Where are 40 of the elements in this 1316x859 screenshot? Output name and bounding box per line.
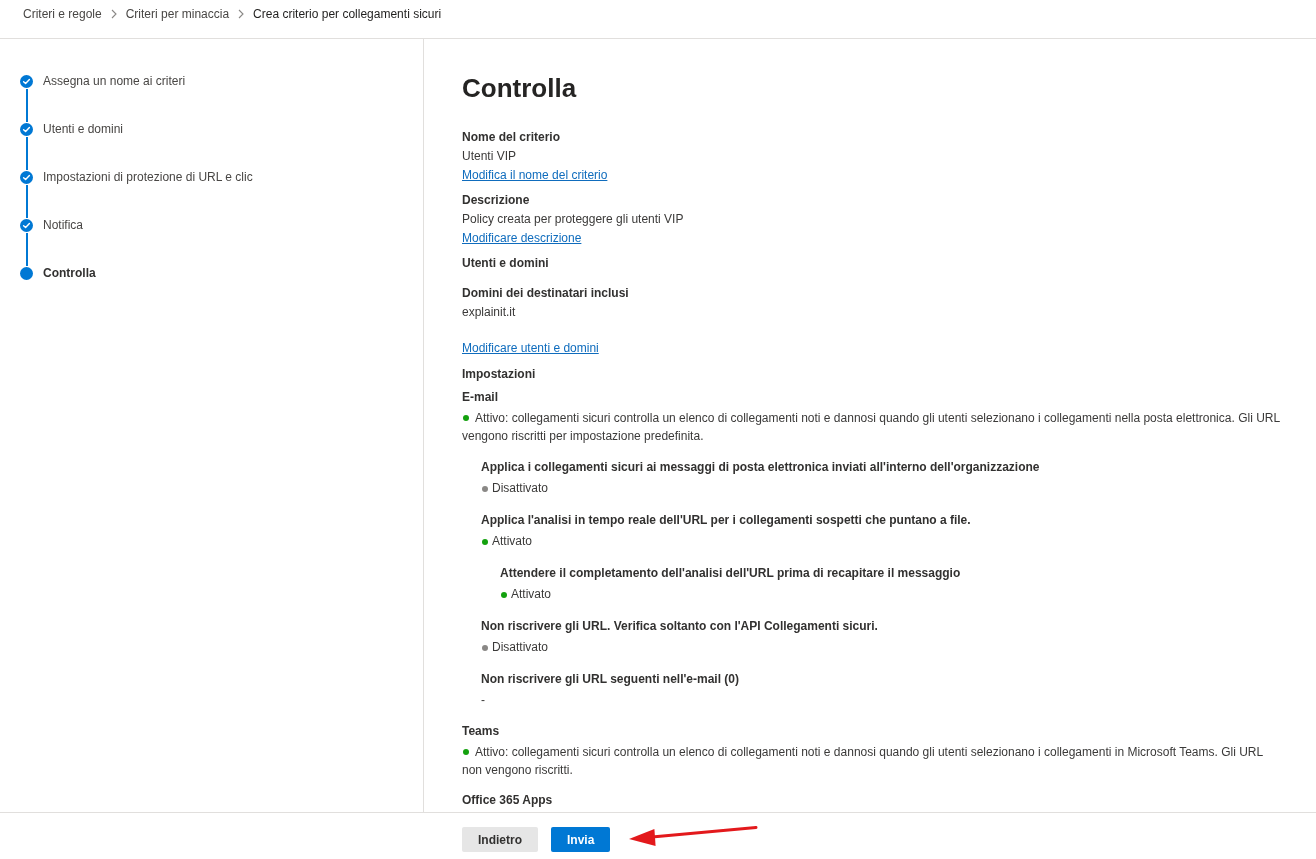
option-title: Applica l'analisi in tempo reale dell'URL per i collegamenti sospetti che puntano a file. (481, 512, 971, 529)
arrow-icon (628, 823, 758, 847)
step-label: Controlla (43, 267, 96, 280)
section-heading: Impostazioni (462, 366, 536, 383)
group-heading: Teams (462, 723, 500, 740)
edit-link[interactable]: Modificare utenti e domini (462, 339, 599, 358)
field-value: Policy creata per proteggere gli utenti VIP (462, 211, 684, 228)
breadcrumb-link[interactable]: Criteri per minaccia (125, 6, 230, 22)
option-title: Applica i collegamenti sicuri ai messaggi di posta elettronica inviati all'interno dell'organizzazione (481, 459, 1040, 476)
field-value: - (481, 692, 485, 709)
breadcrumb-link[interactable]: Criteri e regole (23, 6, 102, 22)
field-label: Descrizione (462, 192, 530, 209)
status-text: Disattivato (492, 639, 549, 656)
breadcrumb-current: Crea criterio per collegamenti sicuri (253, 6, 442, 22)
submit-button[interactable]: Invia (551, 827, 611, 852)
step-label: Assegna un nome ai criteri (43, 75, 186, 88)
option-title: Non riscrivere gli URL. Verifica soltanto con l'API Collegamenti sicuri. (481, 618, 878, 635)
summary-text: Attivo: collegamenti sicuri controlla un elenco di collegamenti noti e dannosi quando gli utenti selezionano i collegamenti nella posta elettronica. Gli URL vengono riscritti per impostazione predefinita. (462, 410, 1281, 445)
status-text: Disattivato (492, 480, 549, 497)
chevron-right-icon (238, 9, 245, 19)
step-label: Utenti e domini (43, 123, 124, 136)
field-value: Utenti VIP (462, 148, 517, 165)
step-label: Notifica (43, 219, 83, 232)
status-text: Attivato (511, 586, 552, 603)
step-label: Impostazioni di protezione di URL e clic (43, 171, 253, 184)
back-button[interactable]: Indietro (462, 827, 538, 852)
edit-link[interactable]: Modifica il nome del criterio (462, 166, 608, 185)
edit-link[interactable]: Modificare descrizione (462, 229, 582, 248)
summary-text: Attivo: collegamenti sicuri controlla un elenco di collegamenti noti e dannosi quando gli utenti selezionano i collegamenti in Microsoft Teams. Gli URL non vengono riscritti. (462, 744, 1264, 779)
section-heading: Utenti e domini (462, 255, 549, 272)
field-label: Nome del criterio (462, 129, 561, 146)
group-heading: E-mail (462, 389, 498, 406)
group-heading: Office 365 Apps (462, 792, 553, 809)
option-title: Non riscrivere gli URL seguenti nell'e-mail (0) (481, 671, 740, 688)
status-text: Attivato (492, 533, 533, 550)
field-label: Domini dei destinatari inclusi (462, 285, 629, 302)
field-value: explainit.it (462, 304, 516, 321)
page-title: Controlla (462, 72, 577, 104)
option-title: Attendere il completamento dell'analisi dell'URL prima di recapitare il messaggio (500, 565, 961, 582)
chevron-right-icon (110, 9, 117, 19)
